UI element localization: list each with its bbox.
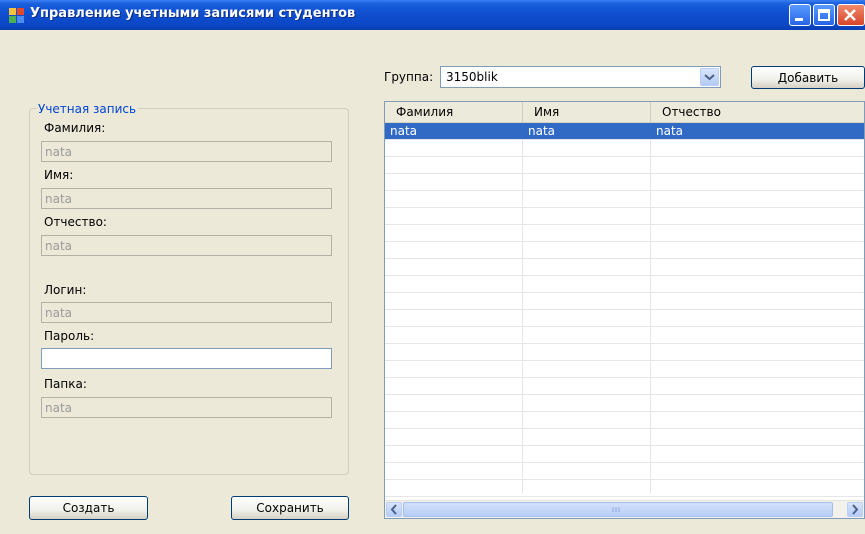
minimize-button[interactable] <box>789 4 811 26</box>
empty-row <box>385 429 864 446</box>
empty-row <box>385 276 864 293</box>
empty-row <box>385 378 864 395</box>
window-title: Управление учетными записями студентов <box>30 6 356 21</box>
empty-row <box>385 293 864 310</box>
close-button[interactable] <box>837 4 865 26</box>
cell-last-name[interactable]: nata <box>385 123 523 139</box>
empty-row <box>385 395 864 412</box>
empty-row <box>385 361 864 378</box>
save-button[interactable]: Сохранить <box>231 496 349 520</box>
empty-row <box>385 480 864 497</box>
horizontal-scrollbar[interactable] <box>385 500 864 518</box>
account-group-title: Учетная запись <box>36 102 139 116</box>
empty-row <box>385 225 864 242</box>
create-button[interactable]: Создать <box>29 496 148 520</box>
empty-row <box>385 412 864 429</box>
scroll-thumb[interactable] <box>403 502 833 517</box>
empty-row <box>385 242 864 259</box>
last-name-field[interactable]: nata <box>41 141 332 162</box>
empty-row <box>385 327 864 344</box>
empty-row <box>385 259 864 276</box>
table-rows: nata nata nata <box>385 123 864 497</box>
empty-row <box>385 344 864 361</box>
scroll-left-button[interactable] <box>386 502 402 517</box>
empty-row <box>385 310 864 327</box>
group-select[interactable]: 3150blik <box>440 66 721 88</box>
add-button[interactable]: Добавить <box>751 66 865 89</box>
table-header: Фамилия Имя Отчество <box>385 102 864 123</box>
column-header-last-name[interactable]: Фамилия <box>385 102 523 122</box>
cell-middle-name[interactable]: nata <box>651 123 864 139</box>
cell-first-name[interactable]: nata <box>523 123 651 139</box>
folder-field[interactable]: nata <box>41 397 332 418</box>
empty-row <box>385 157 864 174</box>
title-bar[interactable]: Управление учетными записями студентов <box>0 0 865 30</box>
login-field[interactable]: nata <box>41 302 332 323</box>
maximize-button[interactable] <box>813 4 835 26</box>
password-label: Пароль: <box>44 329 95 343</box>
empty-row <box>385 463 864 480</box>
empty-row <box>385 140 864 157</box>
table-row[interactable]: nata nata nata <box>385 123 864 140</box>
chevron-down-icon[interactable] <box>700 68 719 86</box>
first-name-label: Имя: <box>44 168 74 182</box>
empty-row <box>385 174 864 191</box>
folder-label: Папка: <box>44 377 87 391</box>
group-select-value: 3150blik <box>446 70 498 84</box>
scroll-right-button[interactable] <box>847 502 863 517</box>
empty-row <box>385 208 864 225</box>
password-field[interactable] <box>41 348 332 369</box>
app-icon <box>9 8 24 23</box>
empty-row <box>385 446 864 463</box>
column-header-middle-name[interactable]: Отчество <box>651 102 864 122</box>
empty-row <box>385 191 864 208</box>
group-label: Группа: <box>384 70 434 84</box>
column-header-first-name[interactable]: Имя <box>523 102 651 122</box>
first-name-field[interactable]: nata <box>41 188 332 209</box>
middle-name-label: Отчество: <box>44 215 107 229</box>
last-name-label: Фамилия: <box>44 121 106 135</box>
students-table[interactable]: Фамилия Имя Отчество nata nata nata <box>384 101 865 519</box>
login-label: Логин: <box>44 283 87 297</box>
middle-name-field[interactable]: nata <box>41 235 332 256</box>
